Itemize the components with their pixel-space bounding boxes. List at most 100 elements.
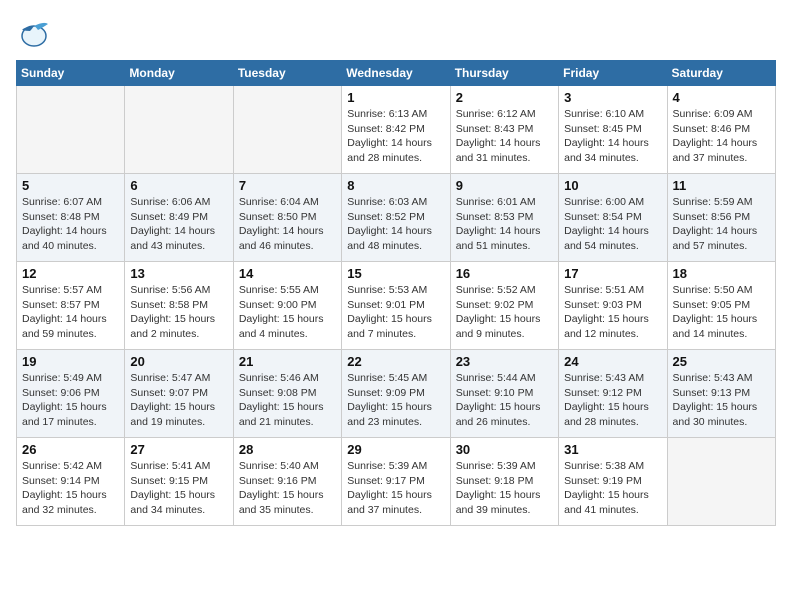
day-cell: 12 Sunrise: 5:57 AM Sunset: 8:57 PM Dayli… — [17, 262, 125, 350]
day-info: Sunrise: 5:49 AM Sunset: 9:06 PM Dayligh… — [22, 371, 119, 430]
day-info: Sunrise: 5:57 AM Sunset: 8:57 PM Dayligh… — [22, 283, 119, 342]
day-info: Sunrise: 5:56 AM Sunset: 8:58 PM Dayligh… — [130, 283, 227, 342]
day-cell: 1 Sunrise: 6:13 AM Sunset: 8:42 PM Daylig… — [342, 86, 450, 174]
day-info: Sunrise: 5:52 AM Sunset: 9:02 PM Dayligh… — [456, 283, 553, 342]
day-cell — [233, 86, 341, 174]
week-row-5: 26 Sunrise: 5:42 AM Sunset: 9:14 PM Dayli… — [17, 438, 776, 526]
day-number: 3 — [564, 90, 661, 105]
day-cell: 14 Sunrise: 5:55 AM Sunset: 9:00 PM Dayli… — [233, 262, 341, 350]
day-info: Sunrise: 5:46 AM Sunset: 9:08 PM Dayligh… — [239, 371, 336, 430]
day-info: Sunrise: 5:39 AM Sunset: 9:18 PM Dayligh… — [456, 459, 553, 518]
page-header — [16, 16, 776, 52]
day-number: 1 — [347, 90, 444, 105]
day-number: 23 — [456, 354, 553, 369]
col-header-tuesday: Tuesday — [233, 61, 341, 86]
day-number: 19 — [22, 354, 119, 369]
day-cell: 5 Sunrise: 6:07 AM Sunset: 8:48 PM Daylig… — [17, 174, 125, 262]
col-header-monday: Monday — [125, 61, 233, 86]
day-cell: 17 Sunrise: 5:51 AM Sunset: 9:03 PM Dayli… — [559, 262, 667, 350]
day-number: 5 — [22, 178, 119, 193]
col-header-thursday: Thursday — [450, 61, 558, 86]
day-number: 27 — [130, 442, 227, 457]
day-info: Sunrise: 5:45 AM Sunset: 9:09 PM Dayligh… — [347, 371, 444, 430]
day-cell: 9 Sunrise: 6:01 AM Sunset: 8:53 PM Daylig… — [450, 174, 558, 262]
day-info: Sunrise: 5:55 AM Sunset: 9:00 PM Dayligh… — [239, 283, 336, 342]
day-cell: 23 Sunrise: 5:44 AM Sunset: 9:10 PM Dayli… — [450, 350, 558, 438]
day-info: Sunrise: 6:03 AM Sunset: 8:52 PM Dayligh… — [347, 195, 444, 254]
day-info: Sunrise: 5:43 AM Sunset: 9:12 PM Dayligh… — [564, 371, 661, 430]
day-info: Sunrise: 5:40 AM Sunset: 9:16 PM Dayligh… — [239, 459, 336, 518]
day-number: 17 — [564, 266, 661, 281]
day-info: Sunrise: 5:43 AM Sunset: 9:13 PM Dayligh… — [673, 371, 770, 430]
day-cell: 18Sunrise: 5:50 AM Sunset: 9:05 PM Dayli… — [667, 262, 775, 350]
day-info: Sunrise: 6:09 AM Sunset: 8:46 PM Dayligh… — [673, 107, 770, 166]
day-cell — [667, 438, 775, 526]
day-info: Sunrise: 6:07 AM Sunset: 8:48 PM Dayligh… — [22, 195, 119, 254]
header-row: SundayMondayTuesdayWednesdayThursdayFrid… — [17, 61, 776, 86]
day-cell: 16Sunrise: 5:52 AM Sunset: 9:02 PM Dayli… — [450, 262, 558, 350]
day-info: Sunrise: 6:13 AM Sunset: 8:42 PM Dayligh… — [347, 107, 444, 166]
day-cell — [17, 86, 125, 174]
day-info: Sunrise: 5:51 AM Sunset: 9:03 PM Dayligh… — [564, 283, 661, 342]
day-number: 22 — [347, 354, 444, 369]
day-info: Sunrise: 6:01 AM Sunset: 8:53 PM Dayligh… — [456, 195, 553, 254]
day-number: 10 — [564, 178, 661, 193]
day-cell: 4 Sunrise: 6:09 AM Sunset: 8:46 PM Daylig… — [667, 86, 775, 174]
day-cell: 8 Sunrise: 6:03 AM Sunset: 8:52 PM Daylig… — [342, 174, 450, 262]
day-number: 11 — [673, 178, 770, 193]
day-cell: 20Sunrise: 5:47 AM Sunset: 9:07 PM Dayli… — [125, 350, 233, 438]
day-cell — [125, 86, 233, 174]
day-cell: 19 Sunrise: 5:49 AM Sunset: 9:06 PM Dayli… — [17, 350, 125, 438]
day-cell: 24Sunrise: 5:43 AM Sunset: 9:12 PM Dayli… — [559, 350, 667, 438]
day-number: 4 — [673, 90, 770, 105]
day-info: Sunrise: 5:44 AM Sunset: 9:10 PM Dayligh… — [456, 371, 553, 430]
day-info: Sunrise: 5:41 AM Sunset: 9:15 PM Dayligh… — [130, 459, 227, 518]
day-number: 30 — [456, 442, 553, 457]
day-number: 25 — [673, 354, 770, 369]
day-info: Sunrise: 5:39 AM Sunset: 9:17 PM Dayligh… — [347, 459, 444, 518]
day-number: 21 — [239, 354, 336, 369]
week-row-2: 5 Sunrise: 6:07 AM Sunset: 8:48 PM Daylig… — [17, 174, 776, 262]
day-cell: 22 Sunrise: 5:45 AM Sunset: 9:09 PM Dayli… — [342, 350, 450, 438]
day-cell: 25 Sunrise: 5:43 AM Sunset: 9:13 PM Dayli… — [667, 350, 775, 438]
day-number: 28 — [239, 442, 336, 457]
col-header-saturday: Saturday — [667, 61, 775, 86]
day-number: 15 — [347, 266, 444, 281]
col-header-friday: Friday — [559, 61, 667, 86]
day-cell: 3 Sunrise: 6:10 AM Sunset: 8:45 PM Daylig… — [559, 86, 667, 174]
day-info: Sunrise: 6:04 AM Sunset: 8:50 PM Dayligh… — [239, 195, 336, 254]
week-row-3: 12 Sunrise: 5:57 AM Sunset: 8:57 PM Dayli… — [17, 262, 776, 350]
col-header-wednesday: Wednesday — [342, 61, 450, 86]
day-number: 9 — [456, 178, 553, 193]
day-cell: 21 Sunrise: 5:46 AM Sunset: 9:08 PM Dayli… — [233, 350, 341, 438]
col-header-sunday: Sunday — [17, 61, 125, 86]
day-info: Sunrise: 6:12 AM Sunset: 8:43 PM Dayligh… — [456, 107, 553, 166]
day-number: 13 — [130, 266, 227, 281]
day-info: Sunrise: 5:53 AM Sunset: 9:01 PM Dayligh… — [347, 283, 444, 342]
day-cell: 27 Sunrise: 5:41 AM Sunset: 9:15 PM Dayli… — [125, 438, 233, 526]
day-number: 14 — [239, 266, 336, 281]
day-number: 8 — [347, 178, 444, 193]
day-cell: 31Sunrise: 5:38 AM Sunset: 9:19 PM Dayli… — [559, 438, 667, 526]
day-number: 26 — [22, 442, 119, 457]
week-row-4: 19 Sunrise: 5:49 AM Sunset: 9:06 PM Dayli… — [17, 350, 776, 438]
day-cell: 6Sunrise: 6:06 AM Sunset: 8:49 PM Daylig… — [125, 174, 233, 262]
day-number: 29 — [347, 442, 444, 457]
day-info: Sunrise: 5:47 AM Sunset: 9:07 PM Dayligh… — [130, 371, 227, 430]
logo — [16, 16, 54, 52]
day-cell: 10 Sunrise: 6:00 AM Sunset: 8:54 PM Dayli… — [559, 174, 667, 262]
day-info: Sunrise: 5:50 AM Sunset: 9:05 PM Dayligh… — [673, 283, 770, 342]
day-info: Sunrise: 6:06 AM Sunset: 8:49 PM Dayligh… — [130, 195, 227, 254]
day-cell: 30 Sunrise: 5:39 AM Sunset: 9:18 PM Dayli… — [450, 438, 558, 526]
day-number: 12 — [22, 266, 119, 281]
day-cell: 26 Sunrise: 5:42 AM Sunset: 9:14 PM Dayli… — [17, 438, 125, 526]
day-number: 2 — [456, 90, 553, 105]
day-info: Sunrise: 5:38 AM Sunset: 9:19 PM Dayligh… — [564, 459, 661, 518]
day-info: Sunrise: 6:00 AM Sunset: 8:54 PM Dayligh… — [564, 195, 661, 254]
day-cell: 29 Sunrise: 5:39 AM Sunset: 9:17 PM Dayli… — [342, 438, 450, 526]
day-info: Sunrise: 6:10 AM Sunset: 8:45 PM Dayligh… — [564, 107, 661, 166]
day-info: Sunrise: 5:42 AM Sunset: 9:14 PM Dayligh… — [22, 459, 119, 518]
day-info: Sunrise: 5:59 AM Sunset: 8:56 PM Dayligh… — [673, 195, 770, 254]
day-cell: 2 Sunrise: 6:12 AM Sunset: 8:43 PM Daylig… — [450, 86, 558, 174]
week-row-1: 1 Sunrise: 6:13 AM Sunset: 8:42 PM Daylig… — [17, 86, 776, 174]
